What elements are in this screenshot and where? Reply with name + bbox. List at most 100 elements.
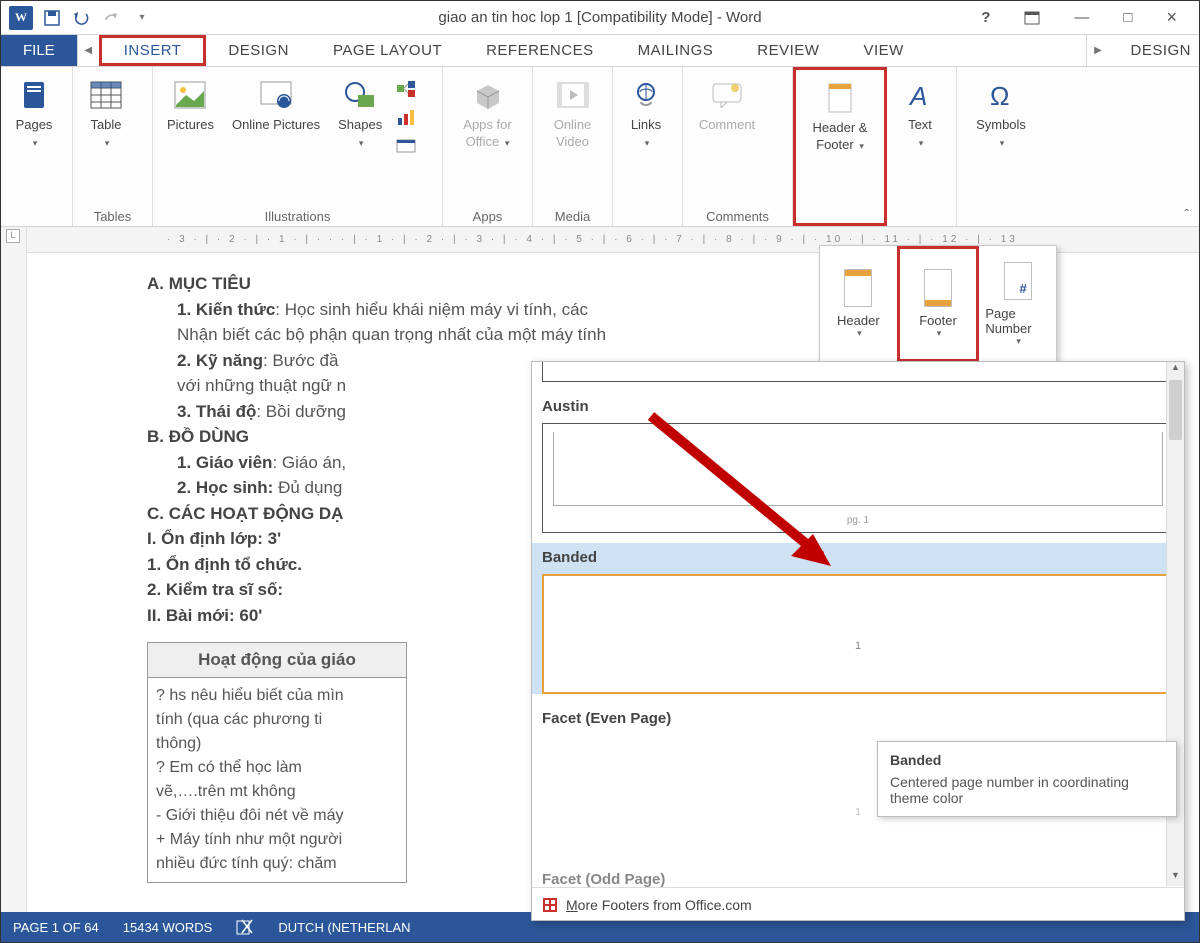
undo-icon[interactable] — [71, 7, 93, 29]
tab-design[interactable]: DESIGN — [206, 35, 311, 66]
tab-mailings[interactable]: MAILINGS — [616, 35, 736, 66]
tab-selector-icon[interactable]: L — [6, 229, 20, 243]
table-button[interactable]: Table▾ — [81, 73, 131, 155]
comment-icon — [709, 77, 745, 113]
tab-page-layout[interactable]: PAGE LAYOUT — [311, 35, 464, 66]
title-bar: W ▾ giao an tin hoc lop 1 [Compatibility… — [1, 1, 1199, 35]
footer-option-icon — [924, 269, 952, 307]
status-page[interactable]: PAGE 1 OF 64 — [13, 920, 99, 935]
online-video-icon — [555, 77, 591, 113]
comment-label: Comment — [699, 117, 755, 134]
status-words[interactable]: 15434 WORDS — [123, 920, 213, 935]
minimize-icon[interactable]: — — [1064, 7, 1099, 28]
tab-view[interactable]: VIEW — [841, 35, 925, 66]
footer-dropdown-button[interactable]: Footer ▾ — [897, 246, 980, 362]
online-pictures-icon — [258, 77, 294, 113]
help-icon[interactable]: ? — [971, 7, 1000, 28]
text-label: Text — [908, 117, 932, 132]
text-icon: A — [902, 77, 938, 113]
gallery-facet-even-label: Facet (Even Page) — [532, 704, 1184, 733]
links-icon — [628, 77, 664, 113]
illustrations-group-label: Illustrations — [161, 205, 434, 226]
pictures-button[interactable]: Pictures — [161, 73, 220, 138]
page-number-dropdown-button[interactable]: # Page Number ▾ — [979, 246, 1056, 362]
document-table: Hoạt động của giáo ? hs nêu hiểu biết củ… — [147, 642, 407, 883]
tab-design-contextual[interactable]: DESIGN — [1108, 35, 1199, 66]
online-pictures-button[interactable]: Online Pictures — [226, 73, 326, 138]
comments-group-label: Comments — [691, 205, 784, 226]
page-number-option-label: Page Number — [985, 306, 1050, 336]
symbols-button[interactable]: Ω Symbols▾ — [965, 73, 1037, 155]
tab-file[interactable]: FILE — [1, 35, 77, 66]
pages-icon — [16, 77, 52, 113]
table-label: Table — [90, 117, 121, 132]
save-icon[interactable] — [41, 7, 63, 29]
header-option-label: Header — [837, 313, 880, 328]
scroll-thumb[interactable] — [1169, 380, 1182, 440]
online-video-label: Online Video — [547, 117, 598, 151]
gallery-more-footers[interactable]: More Footers from Office.com — [532, 887, 1184, 921]
header-dropdown-button[interactable]: Header ▾ — [820, 246, 897, 362]
apps-icon — [470, 77, 506, 113]
svg-text:A: A — [908, 81, 927, 109]
header-footer-icon — [822, 80, 858, 116]
redo-icon[interactable] — [101, 7, 123, 29]
doc-heading-b: B. ĐỒ DÙNG — [147, 427, 249, 446]
gallery-austin-label: Austin — [532, 392, 1184, 421]
qat-customize-icon[interactable]: ▾ — [131, 7, 153, 29]
header-footer-dropdown: Header ▾ Footer ▾ # Page Number ▾ — [819, 245, 1057, 363]
doc-heading-c: C. CÁC HOẠT ĐỘNG DẠ — [147, 504, 343, 523]
symbols-icon: Ω — [983, 77, 1019, 113]
table-header: Hoạt động của giáo — [148, 643, 406, 678]
gallery-item-facet-odd[interactable]: Facet (Odd Page) — [532, 865, 1184, 887]
close-icon[interactable]: × — [1156, 5, 1187, 30]
tab-scroll-left-icon[interactable]: ◀ — [77, 35, 99, 66]
collapse-ribbon-icon[interactable]: ˆ — [1184, 206, 1189, 222]
pictures-label: Pictures — [167, 117, 214, 134]
ribbon-tab-bar: FILE ◀ INSERT DESIGN PAGE LAYOUT REFEREN… — [1, 35, 1199, 67]
shapes-label: Shapes — [338, 117, 382, 132]
ribbon: Pages▾ Table▾ Tables Pictures Online Pic… — [1, 67, 1199, 227]
online-pictures-label: Online Pictures — [232, 117, 320, 134]
gallery-item-banded[interactable]: Banded 1 — [532, 543, 1184, 694]
header-footer-button[interactable]: Header & Footer ▾ — [804, 76, 876, 158]
media-group-label: Media — [541, 205, 604, 226]
shapes-icon — [342, 77, 378, 113]
gallery-more-label: ore Footers from Office.com — [578, 897, 752, 913]
scroll-down-icon[interactable]: ▼ — [1167, 870, 1184, 886]
gallery-facet-odd-label: Facet (Odd Page) — [532, 865, 1184, 887]
links-button[interactable]: Links▾ — [621, 73, 671, 155]
doc-heading-a: A. MỤC TIÊU — [147, 274, 251, 293]
tooltip-title: Banded — [890, 752, 1164, 768]
scroll-up-icon[interactable]: ▲ — [1167, 362, 1184, 378]
shapes-button[interactable]: Shapes▾ — [332, 73, 388, 155]
status-proofing-icon[interactable] — [236, 919, 254, 935]
window-title: giao an tin hoc lop 1 [Compatibility Mod… — [438, 9, 761, 26]
chart-icon[interactable] — [394, 105, 418, 129]
maximize-icon[interactable]: □ — [1113, 7, 1142, 28]
ribbon-display-icon[interactable] — [1014, 9, 1050, 27]
comment-button[interactable]: Comment — [691, 73, 763, 138]
apps-for-office-button[interactable]: Apps for Office ▾ — [451, 73, 524, 155]
text-button[interactable]: A Text▾ — [895, 73, 945, 155]
table-icon — [88, 77, 124, 113]
tables-group-label: Tables — [81, 205, 144, 226]
tab-scroll-right-icon[interactable]: ▶ — [1086, 35, 1108, 66]
gallery-item-austin[interactable]: Austin pg. 1 — [532, 362, 1184, 533]
pictures-icon — [172, 77, 208, 113]
word-app-icon: W — [9, 6, 33, 30]
page-number-option-icon: # — [1004, 262, 1032, 300]
tab-insert[interactable]: INSERT — [99, 35, 207, 66]
links-label: Links — [631, 117, 661, 132]
pages-button[interactable]: Pages▾ — [9, 73, 59, 155]
smartart-icon[interactable] — [394, 77, 418, 101]
gallery-tooltip: Banded Centered page number in coordinat… — [877, 741, 1177, 817]
vertical-ruler: L — [1, 227, 27, 912]
screenshot-icon[interactable] — [394, 133, 418, 157]
tab-references[interactable]: REFERENCES — [464, 35, 616, 66]
tab-review[interactable]: REVIEW — [735, 35, 841, 66]
online-video-button[interactable]: Online Video — [541, 73, 604, 155]
status-language[interactable]: DUTCH (NETHERLAN — [278, 920, 410, 935]
header-option-icon — [844, 269, 872, 307]
symbols-label: Symbols — [976, 117, 1026, 132]
